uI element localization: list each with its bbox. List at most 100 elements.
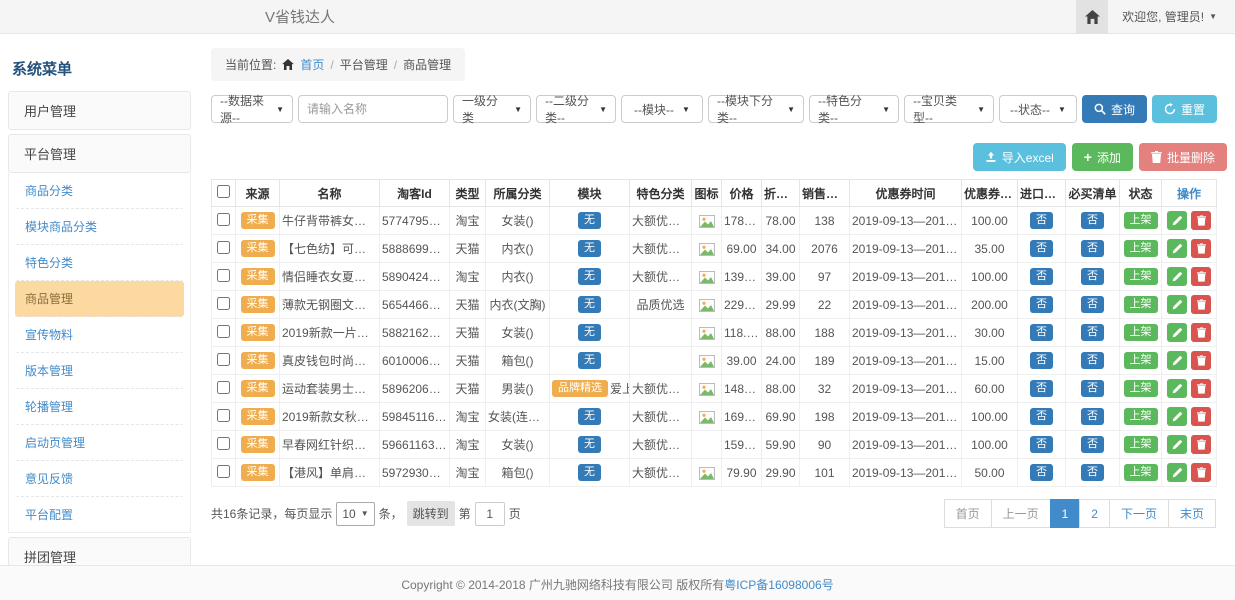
jump-to-button[interactable]: 跳转到 <box>407 501 455 526</box>
delete-button[interactable] <box>1191 239 1211 258</box>
sidebar-item-3[interactable]: 特色分类 <box>15 245 184 281</box>
edit-button[interactable] <box>1167 351 1187 370</box>
delete-button[interactable] <box>1191 323 1211 342</box>
module-badge[interactable]: 无 <box>578 352 601 369</box>
import-select-badge[interactable]: 否 <box>1030 324 1053 341</box>
delete-button[interactable] <box>1191 295 1211 314</box>
row-checkbox[interactable] <box>217 241 230 254</box>
module-badge[interactable]: 无 <box>578 408 601 425</box>
import-select-badge[interactable]: 否 <box>1030 296 1053 313</box>
page-button-1[interactable]: 首页 <box>944 499 992 528</box>
must-buy-badge[interactable]: 否 <box>1081 296 1104 313</box>
edit-button[interactable] <box>1167 295 1187 314</box>
data-source-select[interactable]: --数据来源--▼ <box>211 95 293 123</box>
edit-button[interactable] <box>1167 407 1187 426</box>
module-badge[interactable]: 无 <box>578 324 601 341</box>
edit-button[interactable] <box>1167 435 1187 454</box>
delete-button[interactable] <box>1191 463 1211 482</box>
must-buy-badge[interactable]: 否 <box>1081 408 1104 425</box>
sidebar-item-4[interactable]: 商品管理 <box>15 281 184 317</box>
user-menu[interactable]: 欢迎您, 管理员! ▼ <box>1108 8 1235 25</box>
filter-select-7[interactable]: --状态--▼ <box>999 95 1077 123</box>
page-button-6[interactable]: 末页 <box>1168 499 1216 528</box>
row-checkbox[interactable] <box>217 409 230 422</box>
row-checkbox[interactable] <box>217 297 230 310</box>
home-button[interactable] <box>1076 0 1108 34</box>
status-badge[interactable]: 上架 <box>1124 380 1158 397</box>
delete-button[interactable] <box>1191 211 1211 230</box>
must-buy-badge[interactable]: 否 <box>1081 464 1104 481</box>
status-badge[interactable]: 上架 <box>1124 464 1158 481</box>
filter-select-3[interactable]: --模块--▼ <box>621 95 703 123</box>
add-button[interactable]: + 添加 <box>1072 143 1133 171</box>
delete-button[interactable] <box>1191 407 1211 426</box>
sidebar-item-8[interactable]: 启动页管理 <box>15 425 184 461</box>
filter-select-5[interactable]: --特色分类--▼ <box>809 95 899 123</box>
import-select-badge[interactable]: 否 <box>1030 352 1053 369</box>
must-buy-badge[interactable]: 否 <box>1081 268 1104 285</box>
module-badge[interactable]: 品牌精选 <box>552 380 608 397</box>
status-badge[interactable]: 上架 <box>1124 436 1158 453</box>
status-badge[interactable]: 上架 <box>1124 352 1158 369</box>
page-button-5[interactable]: 下一页 <box>1109 499 1169 528</box>
edit-button[interactable] <box>1167 267 1187 286</box>
module-badge[interactable]: 无 <box>578 268 601 285</box>
delete-button[interactable] <box>1191 351 1211 370</box>
sidebar-group-1[interactable]: 拼团管理 <box>8 537 191 565</box>
must-buy-badge[interactable]: 否 <box>1081 240 1104 257</box>
row-checkbox[interactable] <box>217 213 230 226</box>
filter-select-6[interactable]: --宝贝类型--▼ <box>904 95 994 123</box>
row-checkbox[interactable] <box>217 465 230 478</box>
must-buy-badge[interactable]: 否 <box>1081 352 1104 369</box>
page-button-4[interactable]: 2 <box>1079 499 1110 528</box>
module-badge[interactable]: 无 <box>578 464 601 481</box>
edit-button[interactable] <box>1167 463 1187 482</box>
status-badge[interactable]: 上架 <box>1124 240 1158 257</box>
status-badge[interactable]: 上架 <box>1124 296 1158 313</box>
sidebar-group-users[interactable]: 用户管理 <box>8 91 191 130</box>
filter-select-4[interactable]: --模块下分类--▼ <box>708 95 804 123</box>
breadcrumb-home-link[interactable]: 首页 <box>300 56 324 73</box>
bulk-delete-button[interactable]: 批量删除 <box>1139 143 1227 171</box>
filter-select-2[interactable]: --二级分类--▼ <box>536 95 616 123</box>
reset-button[interactable]: 重置 <box>1152 95 1217 123</box>
module-badge[interactable]: 无 <box>578 212 601 229</box>
row-checkbox[interactable] <box>217 381 230 394</box>
import-select-badge[interactable]: 否 <box>1030 436 1053 453</box>
edit-button[interactable] <box>1167 379 1187 398</box>
sidebar-item-10[interactable]: 平台配置 <box>15 497 184 532</box>
sidebar-item-7[interactable]: 轮播管理 <box>15 389 184 425</box>
sidebar-item-2[interactable]: 模块商品分类 <box>15 209 184 245</box>
select-all-checkbox[interactable] <box>217 185 230 198</box>
import-select-badge[interactable]: 否 <box>1030 212 1053 229</box>
per-page-select[interactable]: 10 ▼ <box>336 502 374 526</box>
row-checkbox[interactable] <box>217 325 230 338</box>
import-select-badge[interactable]: 否 <box>1030 464 1053 481</box>
module-badge[interactable]: 无 <box>578 240 601 257</box>
status-badge[interactable]: 上架 <box>1124 268 1158 285</box>
edit-button[interactable] <box>1167 323 1187 342</box>
must-buy-badge[interactable]: 否 <box>1081 212 1104 229</box>
name-search-input[interactable] <box>298 95 448 123</box>
sidebar-item-6[interactable]: 版本管理 <box>15 353 184 389</box>
row-checkbox[interactable] <box>217 437 230 450</box>
delete-button[interactable] <box>1191 267 1211 286</box>
page-number-input[interactable] <box>475 502 505 526</box>
must-buy-badge[interactable]: 否 <box>1081 324 1104 341</box>
module-badge[interactable]: 无 <box>578 436 601 453</box>
module-badge[interactable]: 无 <box>578 296 601 313</box>
must-buy-badge[interactable]: 否 <box>1081 380 1104 397</box>
import-select-badge[interactable]: 否 <box>1030 408 1053 425</box>
import-select-badge[interactable]: 否 <box>1030 268 1053 285</box>
edit-button[interactable] <box>1167 239 1187 258</box>
page-button-3[interactable]: 1 <box>1050 499 1081 528</box>
must-buy-badge[interactable]: 否 <box>1081 436 1104 453</box>
status-badge[interactable]: 上架 <box>1124 408 1158 425</box>
row-checkbox[interactable] <box>217 353 230 366</box>
sidebar-group-platform[interactable]: 平台管理 <box>8 134 191 173</box>
status-badge[interactable]: 上架 <box>1124 212 1158 229</box>
sidebar-item-5[interactable]: 宣传物料 <box>15 317 184 353</box>
page-button-2[interactable]: 上一页 <box>991 499 1051 528</box>
import-excel-button[interactable]: 导入excel <box>973 143 1066 171</box>
row-checkbox[interactable] <box>217 269 230 282</box>
